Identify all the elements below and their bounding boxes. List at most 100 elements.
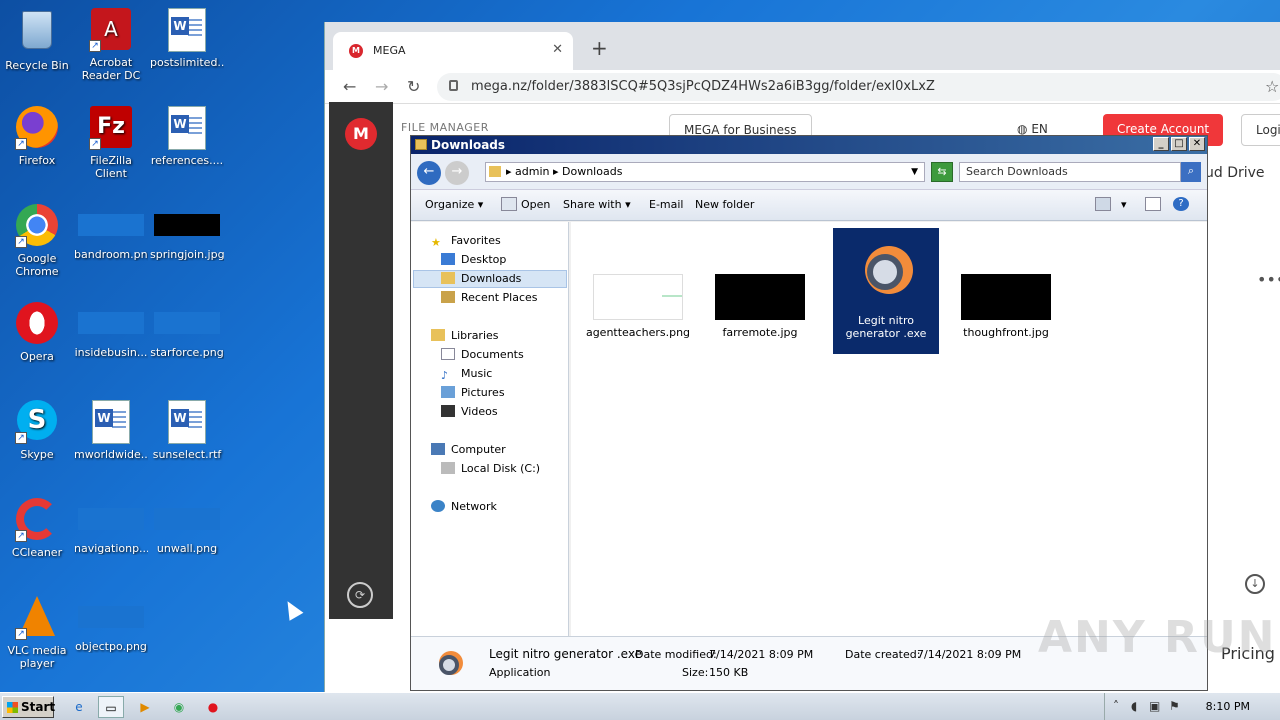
nav-recent-places[interactable]: Recent Places [441, 291, 538, 304]
opera-taskbar-icon[interactable]: ● [200, 696, 226, 718]
minimize-button[interactable]: _ [1153, 137, 1169, 151]
tab-mega[interactable]: M MEGA ✕ [333, 32, 573, 70]
ie-icon[interactable]: e [66, 696, 92, 718]
breadcrumb-admin[interactable]: admin [515, 165, 549, 178]
open-icon [501, 197, 517, 211]
clock[interactable]: 8:10 PM [1206, 700, 1250, 713]
desktop-icon-filezilla[interactable]: Fz ↗ FileZilla Client [74, 106, 148, 180]
explorer-taskbar-icon[interactable]: ▭ [98, 696, 124, 718]
desktop-icon-sunselect[interactable]: sunselect.rtf [150, 400, 224, 461]
back-button[interactable]: ← [417, 161, 441, 185]
preview-pane-icon[interactable] [1145, 197, 1161, 211]
breadcrumb-downloads[interactable]: Downloads [562, 165, 622, 178]
email-button[interactable]: E-mail [649, 198, 684, 211]
chevron-down-icon[interactable]: ▼ [911, 163, 918, 181]
new-folder-button[interactable]: New folder [695, 198, 754, 211]
view-chevron-down-icon[interactable]: ▾ [1121, 198, 1127, 211]
desktop-icon-mworldwide[interactable]: mworldwide.... [74, 400, 148, 461]
nav-documents[interactable]: Documents [441, 348, 524, 361]
language-selector[interactable]: ◍ EN [1017, 122, 1048, 136]
reload-icon[interactable]: ↻ [407, 77, 420, 96]
desktop-icon-springjoin[interactable]: springjoin.jpg [150, 204, 224, 261]
desktop-icon-acrobat[interactable]: A ↗ Acrobat Reader DC [74, 8, 148, 82]
search-input[interactable]: Search Downloads [959, 162, 1181, 182]
desktop-icon-skype[interactable]: S ↗ Skype [0, 400, 74, 461]
nav-favorites[interactable]: ★ Favorites [431, 234, 501, 249]
file-item-selected[interactable]: Legit nitro generator .exe [833, 228, 939, 354]
desktop-icon-vlc[interactable]: ↗ VLC media player [0, 596, 74, 670]
libraries-icon [431, 329, 445, 341]
breadcrumb[interactable]: ▸ admin ▸ Downloads ▼ [485, 162, 925, 182]
explorer-titlebar[interactable]: Downloads _ □ ✕ [411, 136, 1207, 154]
desktop-icon-starforce[interactable]: starforce.png [150, 302, 224, 359]
forward-button[interactable]: → [445, 161, 469, 185]
nav-libraries[interactable]: Libraries [431, 329, 499, 342]
file-item[interactable]: farremote.jpg [707, 274, 813, 339]
refresh-icon[interactable]: ⇆ [931, 162, 953, 182]
desktop-icon-recycle-bin[interactable]: Recycle Bin [0, 8, 74, 72]
explorer-addressbar: ← → ▸ admin ▸ Downloads ▼ ⇆ Search Downl… [411, 154, 1207, 190]
back-arrow-icon[interactable]: ← [343, 77, 356, 96]
open-button[interactable]: Open [521, 198, 550, 211]
image-thumbnail [78, 508, 144, 530]
flag-icon[interactable]: ⚑ [1169, 699, 1180, 713]
folder-icon [489, 166, 501, 177]
nav-desktop[interactable]: Desktop [441, 253, 506, 266]
chrome-taskbar-icon[interactable]: ◉ [166, 696, 192, 718]
search-icon[interactable]: ⌕ [1181, 162, 1201, 182]
music-icon: ♪ [441, 369, 449, 382]
url-text: mega.nz/folder/3883lSCQ#5Q3sjPcQDZ4HWs2a… [471, 79, 935, 94]
desktop-icon-objectpo[interactable]: objectpo.png [74, 596, 148, 653]
filezilla-icon: Fz ↗ [89, 106, 133, 150]
address-bar: ← → ↻ mega.nz/folder/3883lSCQ#5Q3sjPcQDZ… [325, 70, 1280, 104]
details-modified-value: 7/14/2021 8:09 PM [709, 648, 814, 661]
start-button[interactable]: Start [2, 696, 55, 718]
file-item[interactable]: thoughfront.jpg [953, 274, 1059, 339]
image-thumbnail [961, 274, 1051, 320]
nav-downloads[interactable]: Downloads [441, 272, 521, 285]
mega-logo-icon[interactable]: M [345, 118, 377, 150]
media-player-icon[interactable]: ▶ [132, 696, 158, 718]
nav-pictures[interactable]: Pictures [441, 386, 505, 399]
sync-icon[interactable]: ⟳ [347, 582, 373, 608]
desktop-icon-chrome[interactable]: ↗ Google Chrome [0, 204, 74, 278]
volume-icon[interactable]: ◖ [1131, 699, 1137, 713]
desktop-icon-firefox[interactable]: ↗ Firefox [0, 106, 74, 167]
more-options-icon[interactable]: ••• [1257, 270, 1280, 289]
bookmark-star-icon[interactable]: ☆ [1265, 77, 1279, 96]
close-button[interactable]: ✕ [1189, 137, 1205, 151]
explorer-body: ★ Favorites Desktop Downloads Recent Plac… [411, 222, 1207, 636]
nav-videos[interactable]: Videos [441, 405, 498, 418]
computer-icon [431, 443, 445, 455]
desktop-icon-insidebusin[interactable]: insidebusin... [74, 302, 148, 359]
view-options-icon[interactable] [1095, 197, 1111, 211]
desktop-icon-postslimited[interactable]: postslimited.... [150, 8, 224, 69]
desktop-icon-bandroom[interactable]: bandroom.png [74, 204, 148, 261]
organize-button[interactable]: Organize ▾ [425, 198, 483, 211]
file-item[interactable]: agentteachers.png [585, 274, 691, 339]
nav-computer[interactable]: Computer [431, 443, 506, 456]
nav-music[interactable]: ♪ Music [441, 367, 492, 382]
tab-close-icon[interactable]: ✕ [552, 42, 563, 57]
network-tray-icon[interactable]: ▣ [1149, 699, 1160, 713]
desktop-icon-references[interactable]: references.... [150, 106, 224, 167]
share-with-button[interactable]: Share with ▾ [563, 198, 631, 211]
maximize-button[interactable]: □ [1171, 137, 1187, 151]
desktop-icon-unwall[interactable]: unwall.png [150, 498, 224, 555]
show-hidden-icons-icon[interactable]: ˄ [1113, 699, 1119, 713]
cloud-drive-label[interactable]: ud Drive [1205, 165, 1265, 181]
desktop-icon-opera[interactable]: Opera [0, 302, 74, 363]
nav-local-disk[interactable]: Local Disk (C:) [441, 462, 540, 475]
desktop-icon-ccleaner[interactable]: ↗ CCleaner [0, 498, 74, 559]
opera-icon [15, 302, 59, 346]
login-button[interactable]: Login [1241, 114, 1280, 146]
nav-network[interactable]: Network [431, 500, 497, 513]
new-tab-plus-icon[interactable]: + [591, 36, 608, 60]
star-icon: ★ [431, 236, 441, 249]
forward-arrow-icon[interactable]: → [375, 77, 388, 96]
help-icon[interactable]: ? [1173, 197, 1189, 211]
recent-places-icon [441, 291, 455, 303]
desktop-icon-navigationp[interactable]: navigationp... [74, 498, 148, 555]
download-circle-icon[interactable]: ↓ [1245, 574, 1265, 594]
url-input[interactable]: mega.nz/folder/3883lSCQ#5Q3sjPcQDZ4HWs2a… [437, 73, 1280, 101]
